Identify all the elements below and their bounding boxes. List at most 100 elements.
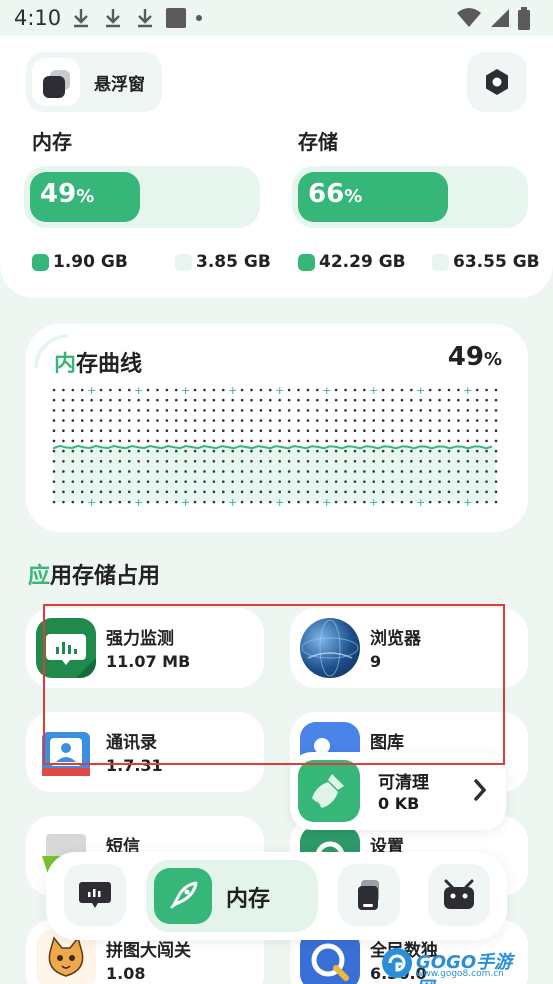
grid-dot [184,398,187,402]
grid-dot [485,398,488,402]
grid-dot [457,409,460,412]
grid-dot [146,398,150,402]
memory-curve-card[interactable]: 内存曲线 49% + + + + + + + + + + + + + + + + + + [26,324,528,532]
more-notifications-dot [196,15,202,21]
grid-dot [485,388,488,392]
grid-dot [363,419,366,422]
grid-dot [174,409,178,412]
grid-dot [109,398,112,402]
grid-dot [268,419,272,422]
grid-dot [231,429,234,433]
grid-dot [457,398,460,402]
grid-dot [118,398,122,402]
grid-dot [109,388,112,392]
grid-dot [80,429,84,433]
grid-dot [203,398,206,402]
grid-dot [353,439,357,443]
grid-dot [428,398,432,402]
grid-dot [240,409,244,412]
nav-monitor-button[interactable] [64,864,126,926]
grid-dot [221,429,225,433]
grid-dot [193,439,197,443]
grid-dot [203,388,206,392]
grid-dot [174,388,178,392]
nav-memory-button[interactable]: 内存 [146,860,318,932]
grid-dot [184,419,187,422]
float-window-button[interactable]: 悬浮窗 [26,52,162,112]
grid-dot [438,419,441,422]
grid-dot [146,419,150,422]
grid-dot [447,388,451,392]
grid-dot [240,439,244,443]
grid-dot [316,398,319,402]
grid-dot [485,409,488,412]
grid-dot [391,439,394,443]
grid-dot [306,388,310,392]
nav-memory-label: 内存 [226,887,271,912]
grid-dot [278,429,282,433]
grid-dot [457,388,460,392]
grid-dot [268,429,272,433]
storage-used-legend: 42.29 GB [298,252,406,272]
grid-marker: + [369,384,378,397]
grid-dot [137,398,140,402]
nav-storage-button[interactable] [338,864,400,926]
grid-dot [127,429,131,433]
grid-dot [410,398,413,402]
grid-dot [381,439,385,443]
grid-dot [62,429,65,433]
grid-dot [297,439,300,443]
grid-dot [212,419,216,422]
grid-dot [391,388,394,392]
grid-dot [174,419,178,422]
grid-marker: + [463,384,472,397]
grid-dot [410,429,413,433]
grid-dot [156,398,159,402]
grid-marker: + [322,384,331,397]
grid-dot [62,388,65,392]
grid-dot [127,409,131,412]
grid-marker: + [275,384,284,397]
grid-dot [165,388,169,392]
grid-dot [184,409,187,412]
memory-total-legend: 3.85 GB [175,252,271,272]
grid-dot [193,429,197,433]
grid-dot [221,398,225,402]
grid-dot [174,429,178,433]
grid-dot [71,409,75,412]
download-icon [74,9,88,28]
grid-dot [306,429,310,433]
grid-dot [278,419,282,422]
grid-dot [212,388,216,392]
battery-icon [518,7,530,30]
grid-dot [334,398,338,402]
grid-dot [325,398,329,402]
grid-dot [127,419,131,422]
grid-dot [259,439,263,443]
grid-dot [447,439,451,443]
grid-dot [363,429,366,433]
grid-marker: + [87,384,96,397]
grid-dot [287,388,291,392]
grid-dot [165,439,169,443]
grid-dot [212,429,216,433]
grid-dot [447,409,451,412]
grid-dot [240,388,244,392]
grid-dot [221,388,225,392]
nav-device-button[interactable] [428,864,490,926]
grid-dot [381,409,385,412]
cleanable-value: 0 KB [378,794,420,813]
grid-dot [118,439,122,443]
grid-dot [428,419,432,422]
download-icon [106,9,120,28]
grid-dot [353,429,357,433]
grid-dot [287,409,291,412]
grid-dot [118,388,122,392]
grid-dot [400,409,404,412]
settings-button[interactable] [467,52,527,112]
grid-dot [250,409,253,412]
grid-dot [391,429,394,433]
grid-dot [127,398,131,402]
grid-dot [428,409,432,412]
grid-dot [466,398,470,402]
